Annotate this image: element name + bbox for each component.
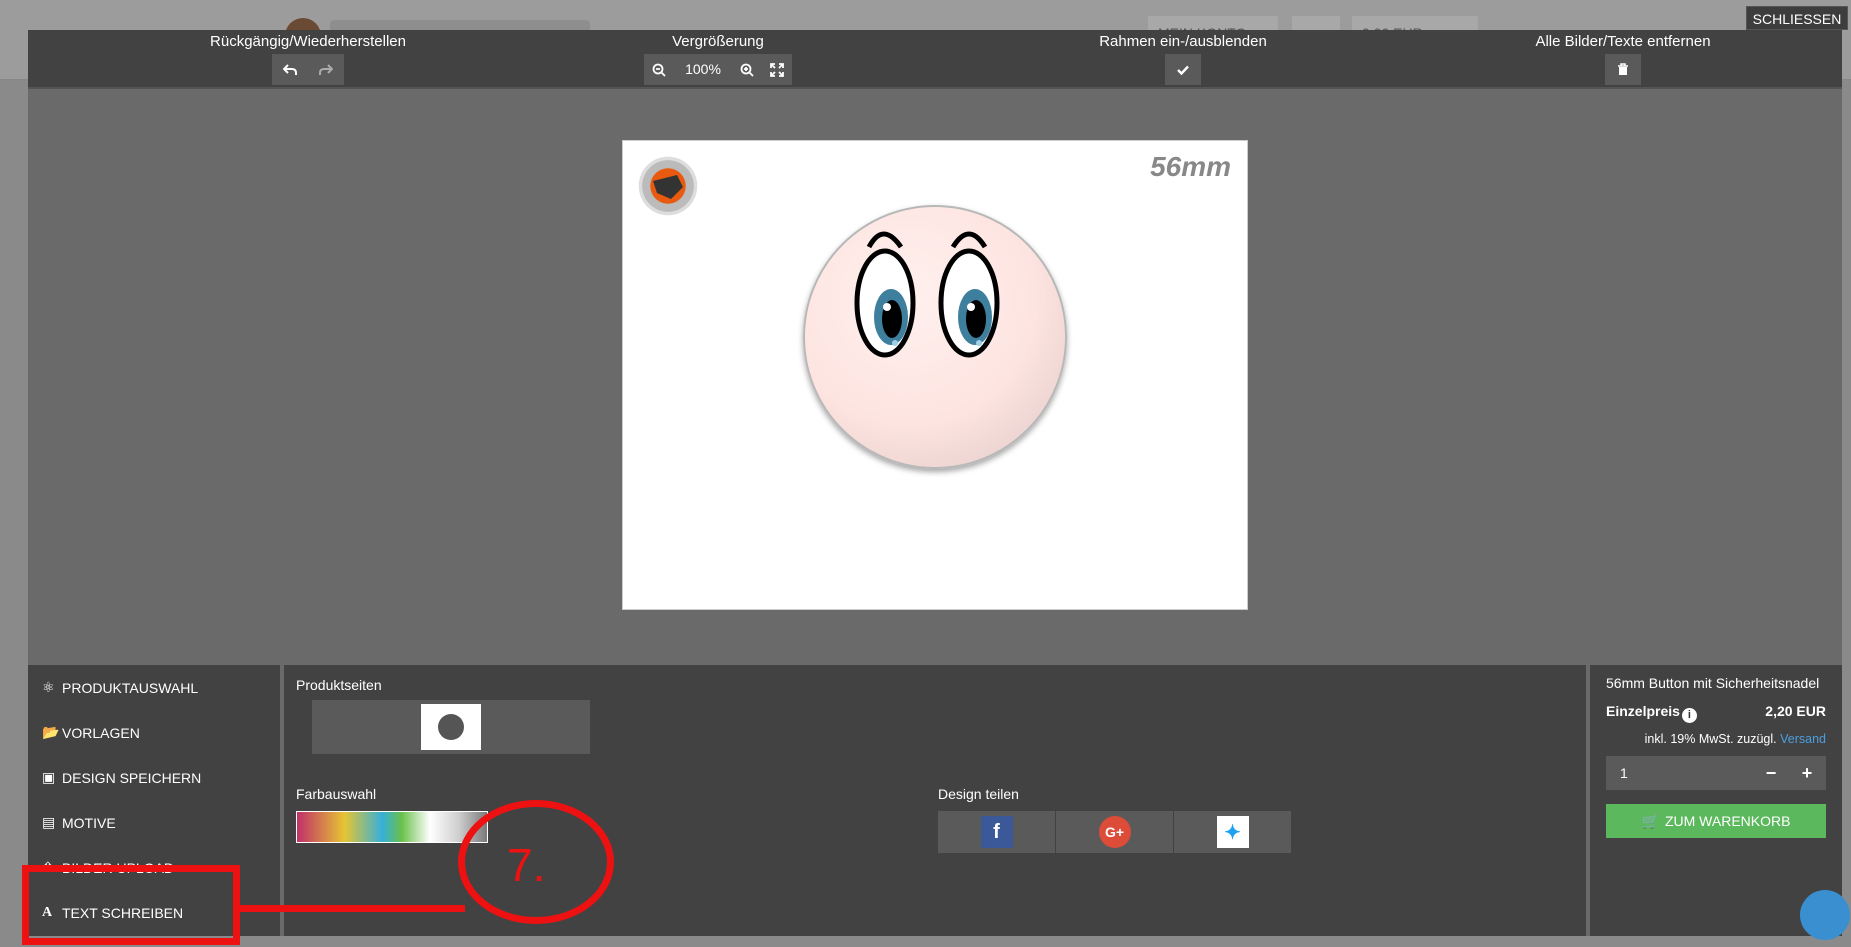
annotation-highlight-box — [22, 865, 240, 945]
designer-editor: Rückgängig/Wiederherstellen Vergrößerung… — [28, 30, 1842, 936]
zoom-in-button[interactable] — [732, 54, 762, 85]
menu-item-label: MOTIVE — [62, 814, 116, 831]
zoom-out-icon — [652, 63, 666, 77]
frame-toggle-button[interactable] — [1165, 54, 1201, 85]
basket-icon: 🛒 — [1641, 812, 1659, 829]
share-google-button[interactable]: G+ — [1056, 811, 1173, 853]
menu-item-motive[interactable]: ▤ MOTIVE — [28, 800, 280, 845]
unit-price-label: Einzelpreis i — [1606, 703, 1697, 723]
share-facebook-button[interactable]: f — [938, 811, 1055, 853]
quantity-stepper[interactable]: 1 − + — [1606, 756, 1826, 790]
color-picker[interactable] — [296, 811, 488, 843]
twitter-icon: ✦ — [1216, 816, 1249, 848]
cartoon-eyes-image — [854, 231, 1000, 358]
decrease-quantity-button[interactable]: − — [1756, 756, 1786, 790]
share-twitter-button[interactable]: ✦ — [1174, 811, 1291, 853]
button-size-label: 56mm — [1150, 151, 1231, 182]
menu-item-label: DESIGN SPEICHERN — [62, 769, 202, 786]
zoom-group: Vergrößerung 100% — [588, 30, 848, 85]
image-icon: ▤ — [42, 814, 56, 830]
shipping-link[interactable]: Versand — [1780, 732, 1826, 746]
share-design-label: Design teilen — [938, 786, 1019, 802]
facebook-icon: f — [980, 816, 1013, 848]
clear-all-label: Alle Bilder/Texte entfernen — [1535, 33, 1711, 50]
add-to-cart-label: ZUM WARENKORB — [1664, 813, 1791, 829]
quantity-value[interactable]: 1 — [1620, 756, 1628, 790]
product-title: 56mm Button mit Sicherheitsnadel — [1606, 675, 1820, 691]
tax-note: inkl. 19% MwSt. zuzügl. Versand — [1644, 732, 1826, 746]
zoom-label: Vergrößerung — [672, 33, 764, 50]
zoom-out-button[interactable] — [644, 54, 674, 85]
menu-item-label: PRODUKTAUSWAHL — [62, 679, 199, 696]
order-panel: 56mm Button mit Sicherheitsnadel Einzelp… — [1590, 665, 1842, 936]
frame-toggle-label: Rahmen ein-/ausblenden — [1099, 33, 1267, 50]
unit-price: 2,20 EUR — [1765, 703, 1826, 719]
brand-logo — [627, 145, 709, 227]
menu-item-vorlagen[interactable]: 📂 VORLAGEN — [28, 710, 280, 755]
color-selection-label: Farbauswahl — [296, 786, 377, 802]
floppy-icon: ▣ — [42, 769, 56, 785]
redo-button[interactable] — [308, 54, 344, 85]
menu-item-produktauswahl[interactable]: ⚛ PRODUKTAUSWAHL — [28, 665, 280, 710]
frame-toggle-group: Rahmen ein-/ausblenden — [1068, 30, 1298, 85]
fit-screen-button[interactable] — [762, 54, 792, 85]
button-preview[interactable] — [803, 205, 1067, 469]
editor-toolbar: Rückgängig/Wiederherstellen Vergrößerung… — [28, 30, 1842, 89]
undo-redo-label: Rückgängig/Wiederherstellen — [210, 33, 406, 50]
zoom-in-icon — [740, 63, 754, 77]
increase-quantity-button[interactable]: + — [1792, 756, 1822, 790]
cubes-icon: ⚛ — [42, 679, 55, 695]
menu-item-design-speichern[interactable]: ▣ DESIGN SPEICHERN — [28, 755, 280, 800]
clear-all-button[interactable] — [1605, 54, 1641, 85]
undo-redo-group: Rückgängig/Wiederherstellen — [158, 30, 458, 85]
product-page-thumbnail[interactable] — [312, 700, 590, 754]
undo-icon — [283, 63, 297, 75]
clear-all-group: Alle Bilder/Texte entfernen — [1483, 30, 1763, 85]
add-to-cart-button[interactable]: 🛒 ZUM WARENKORB — [1606, 804, 1826, 838]
annotation-connector-line — [240, 905, 465, 912]
annotation-step-number: 7. — [507, 839, 546, 891]
close-button[interactable]: SCHLIESSEN — [1746, 6, 1848, 30]
menu-item-label: VORLAGEN — [62, 724, 140, 741]
undo-button[interactable] — [272, 54, 308, 85]
folder-open-icon: 📂 — [42, 724, 60, 740]
redo-icon — [319, 63, 333, 75]
check-icon — [1177, 65, 1189, 75]
chat-widget-button[interactable] — [1800, 890, 1850, 940]
trash-icon — [1618, 63, 1628, 75]
zoom-level: 100% — [674, 54, 732, 85]
page-thumbnail-image — [421, 704, 481, 750]
expand-icon — [770, 62, 784, 77]
product-pages-label: Produktseiten — [296, 677, 382, 693]
google-plus-icon: G+ — [1098, 816, 1131, 848]
info-icon[interactable]: i — [1681, 708, 1697, 723]
design-canvas[interactable]: 56mm — [622, 140, 1248, 610]
